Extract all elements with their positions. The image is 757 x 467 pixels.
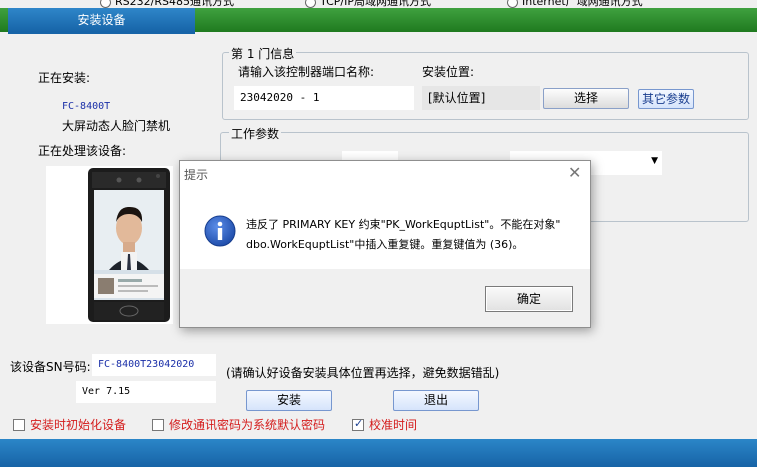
port-name-label: 请输入该控制器端口名称:: [238, 65, 375, 79]
calibrate-time-checkbox[interactable]: 校准时间: [352, 416, 417, 433]
default-password-checkbox[interactable]: 修改通讯密码为系统默认密码: [152, 416, 325, 433]
device-model: FC-8400T: [62, 101, 111, 112]
radio-tcpip[interactable]: TCP/IP局域网通讯方式: [305, 0, 431, 8]
dialog-title: 提示: [184, 168, 209, 182]
install-location-field: [默认位置]: [422, 86, 540, 110]
connection-mode-strip: RS232/RS485通讯方式 TCP/IP局域网通讯方式 Internet广域…: [0, 0, 757, 8]
radio-rs232[interactable]: RS232/RS485通讯方式: [100, 0, 234, 8]
dialog-footer: 确定: [180, 269, 590, 327]
other-params-button[interactable]: 其它参数: [638, 89, 694, 109]
exit-button[interactable]: 退出: [393, 390, 479, 411]
processing-label: 正在处理该设备:: [38, 144, 127, 158]
radio-internet[interactable]: Internet广域网通讯方式: [507, 0, 643, 8]
dialog-message-line1: 违反了 PRIMARY KEY 约束"PK_WorkEquptList"。不能在…: [246, 218, 561, 231]
product-name: 大屏动态人脸门禁机: [62, 119, 171, 133]
door-info-title: 第 1 门信息: [229, 45, 297, 62]
install-location-label: 安装位置:: [422, 65, 475, 79]
bottom-status-bar: [0, 439, 757, 467]
tab-install-device[interactable]: 安装设备: [8, 8, 195, 32]
radio-internet-label: Internet广域网通讯方式: [522, 0, 643, 8]
ok-button[interactable]: 确定: [485, 286, 573, 312]
close-icon[interactable]: ✕: [568, 163, 581, 182]
face-terminal-image: [88, 168, 170, 322]
version-field: Ver 7.15: [76, 381, 216, 403]
radio-rs232-label: RS232/RS485通讯方式: [115, 0, 234, 8]
sn-label: 该设备SN号码:: [10, 360, 91, 374]
init-device-checkbox[interactable]: 安装时初始化设备: [13, 416, 126, 433]
checkbox-box[interactable]: [152, 419, 164, 431]
error-dialog: 提示 ✕ 违反了 PRIMARY KEY 约束"PK_WorkEquptList…: [179, 160, 591, 328]
calibrate-time-label: 校准时间: [369, 418, 418, 432]
sn-input[interactable]: FC-8400T23042020: [92, 354, 216, 376]
checkbox-box-checked[interactable]: [352, 417, 364, 431]
info-icon: [204, 215, 236, 247]
chevron-down-icon: ▼: [651, 156, 658, 166]
dialog-message-line2: dbo.WorkEquptList"中插入重复键。重复键值为 (36)。: [246, 238, 524, 251]
device-image-frame: [46, 166, 173, 324]
location-note: (请确认好设备安装具体位置再选择，避免数据错乱): [226, 366, 500, 380]
init-device-label: 安装时初始化设备: [30, 418, 127, 432]
installing-label: 正在安装:: [38, 71, 91, 85]
radio-tcpip-label: TCP/IP局域网通讯方式: [320, 0, 431, 8]
install-button[interactable]: 安装: [246, 390, 332, 411]
checkbox-box[interactable]: [13, 419, 25, 431]
work-params-title: 工作参数: [229, 125, 282, 142]
port-name-input[interactable]: 23042020 - 1: [234, 86, 414, 110]
select-location-button[interactable]: 选择: [543, 88, 629, 109]
dialog-titlebar: 提示 ✕: [180, 161, 590, 185]
default-password-label: 修改通讯密码为系统默认密码: [169, 418, 326, 432]
tab-underline: [8, 31, 195, 34]
